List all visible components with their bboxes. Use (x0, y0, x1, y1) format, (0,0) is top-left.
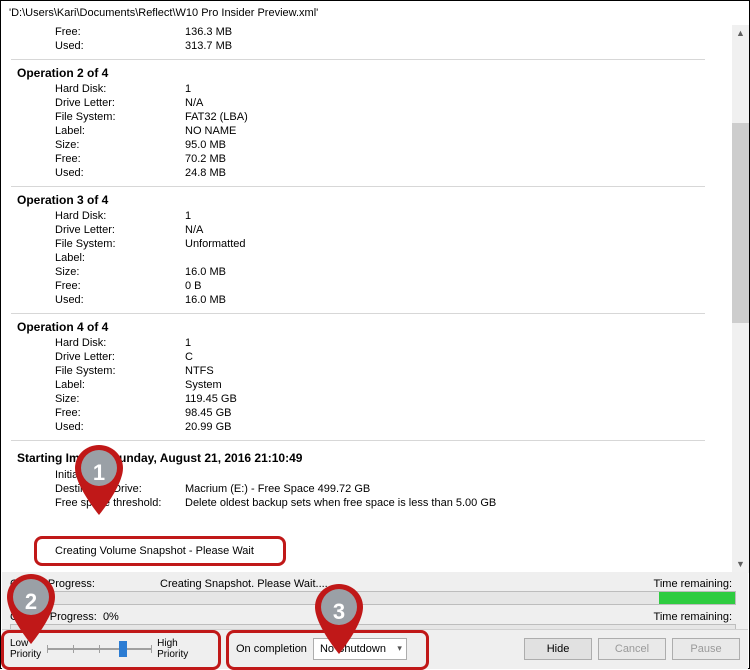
pre-1-label: Used: (55, 39, 185, 53)
op1-r5-label: Free: (55, 279, 185, 293)
op2-r0-label: Hard Disk: (55, 336, 185, 350)
op1-r0-value: 1 (185, 209, 727, 223)
op2-r1-value: C (185, 350, 727, 364)
op0-r0-label: Hard Disk: (55, 82, 185, 96)
op0-r5-value: 70.2 MB (185, 152, 727, 166)
op0-r2-label: File System: (55, 110, 185, 124)
op2-r5-label: Free: (55, 406, 185, 420)
operation-header: Operation 4 of 4 (11, 316, 727, 336)
op1-r2-value: Unformatted (185, 237, 727, 251)
op2-r0-value: 1 (185, 336, 727, 350)
op1-r6-value: 16.0 MB (185, 293, 727, 307)
op2-r2-value: NTFS (185, 364, 727, 378)
overall-progress-fill (659, 592, 735, 604)
operation-header: Operation 3 of 4 (11, 189, 727, 209)
op0-r6-value: 24.8 MB (185, 166, 727, 180)
op1-r4-label: Size: (55, 265, 185, 279)
overall-time-remaining-label: Time remaining: (654, 578, 736, 590)
op0-r5-label: Free: (55, 152, 185, 166)
snapshot-status-text: Creating Volume Snapshot - Please Wait (55, 545, 254, 557)
scrollbar-up-arrow[interactable]: ▲ (732, 25, 749, 42)
op2-r2-label: File System: (55, 364, 185, 378)
pre-0-label: Free: (55, 25, 185, 39)
op0-r1-value: N/A (185, 96, 727, 110)
scrollbar-track[interactable]: ▲ ▼ (732, 25, 749, 573)
op2-r6-label: Used: (55, 420, 185, 434)
op2-r6-value: 20.99 GB (185, 420, 727, 434)
scrollbar-down-arrow[interactable]: ▼ (732, 556, 749, 573)
op0-r4-label: Size: (55, 138, 185, 152)
annotation-marker-2: 2 (7, 574, 55, 644)
annotation-box-snapshot: Creating Volume Snapshot - Please Wait (34, 536, 286, 566)
overall-progress-bar (10, 591, 736, 605)
op2-r3-value: System (185, 378, 727, 392)
op0-r4-value: 95.0 MB (185, 138, 727, 152)
file-path-title: 'D:\Users\Kari\Documents\Reflect\W10 Pro… (1, 1, 749, 25)
start-0-value: Macrium (E:) - Free Space 499.72 GB (185, 482, 727, 496)
op2-r5-value: 98.45 GB (185, 406, 727, 420)
op0-r3-value: NO NAME (185, 124, 727, 138)
scrollbar-thumb[interactable] (732, 123, 749, 323)
annotation-marker-1: 1 (75, 445, 123, 515)
annotation-marker-3: 3 (315, 584, 363, 654)
op1-r2-label: File System: (55, 237, 185, 251)
op0-r2-value: FAT32 (LBA) (185, 110, 727, 124)
overall-progress-status: Creating Snapshot. Please Wait.... (160, 578, 654, 590)
op2-r4-value: 119.45 GB (185, 392, 727, 406)
op1-r4-value: 16.0 MB (185, 265, 727, 279)
op2-r1-label: Drive Letter: (55, 350, 185, 364)
op1-r1-label: Drive Letter: (55, 223, 185, 237)
op1-r1-value: N/A (185, 223, 727, 237)
op1-r6-label: Used: (55, 293, 185, 307)
operation-header: Operation 2 of 4 (11, 62, 727, 82)
op1-r3-value (185, 251, 727, 265)
op1-r5-value: 0 B (185, 279, 727, 293)
op0-r1-label: Drive Letter: (55, 96, 185, 110)
current-time-remaining-label: Time remaining: (654, 611, 736, 623)
op2-r4-label: Size: (55, 392, 185, 406)
op0-r0-value: 1 (185, 82, 727, 96)
start-1-value: Delete oldest backup sets when free spac… (185, 496, 727, 510)
op0-r6-label: Used: (55, 166, 185, 180)
op2-r3-label: Label: (55, 378, 185, 392)
hide-button[interactable]: Hide (524, 638, 592, 660)
pre-1-value: 313.7 MB (185, 39, 727, 53)
pre-0-value: 136.3 MB (185, 25, 727, 39)
op0-r3-label: Label: (55, 124, 185, 138)
pause-button[interactable]: Pause (672, 638, 740, 660)
cancel-button[interactable]: Cancel (598, 638, 666, 660)
current-progress-value: 0% (103, 611, 119, 623)
op1-r3-label: Label: (55, 251, 185, 265)
op1-r0-label: Hard Disk: (55, 209, 185, 223)
